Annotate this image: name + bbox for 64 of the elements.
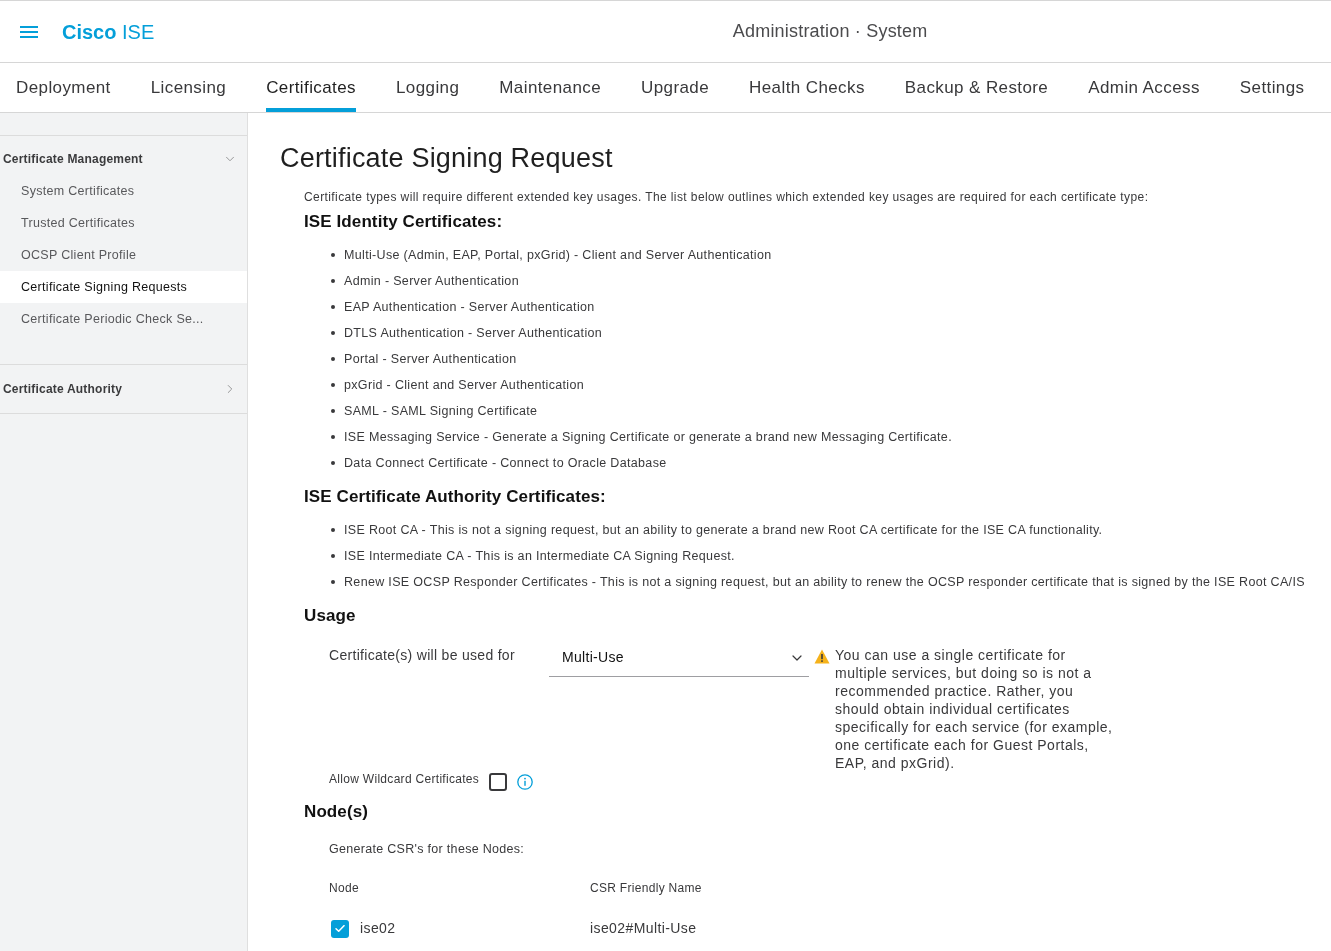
bullet-icon (331, 409, 335, 413)
sidebar-item[interactable]: System Certificates (0, 175, 247, 207)
bullet-icon (331, 253, 335, 257)
table-cell-text: ise02#Multi-Use (590, 919, 697, 938)
menu-icon[interactable] (20, 24, 38, 39)
bullet-icon (331, 305, 335, 309)
bullet-icon (331, 331, 335, 335)
list-item-text: Admin - Server Authentication (344, 272, 519, 290)
sidebar-item[interactable]: OCSP Client Profile (0, 239, 247, 271)
list-item-text: SAML - SAML Signing Certificate (344, 402, 538, 420)
list-item-text: DTLS Authentication - Server Authentication (344, 324, 603, 342)
tab[interactable]: Licensing (150, 63, 227, 112)
warning-icon (814, 649, 830, 664)
list-item-text: Portal - Server Authentication (344, 350, 517, 368)
sidebar-group-header[interactable]: Certificate Management (0, 136, 247, 175)
bullet-icon (331, 383, 335, 387)
tab[interactable]: Health Checks (749, 63, 865, 112)
bullet-icon (331, 435, 335, 439)
info-icon[interactable] (517, 774, 534, 790)
list-item-text: Renew ISE OCSP Responder Certificates - This is not a signing request, but an ability to renew the OCSP responder certificate that is signed by the ISE Root CA/IS (344, 573, 1305, 591)
list-item-text: ISE Intermediate CA - This is an Intermediate CA Signing Request. (344, 547, 735, 565)
table-cell-text: ise02 (360, 919, 396, 938)
node-checkbox[interactable] (331, 919, 349, 938)
list-item-text: ISE Messaging Service - Generate a Signing Certificate or generate a brand new Messaging Certificate. (344, 428, 952, 446)
intro-text: Certificate types will require different extended key usages. The list below outlines which extended key usages are required for each certificate type: (304, 189, 1150, 205)
tab[interactable]: Settings (1239, 63, 1305, 112)
caption-text: Generate CSR's for these Nodes: (328, 841, 526, 857)
checkmark-icon (335, 925, 345, 932)
checkbox-label: Allow Wildcard Certificates (329, 771, 480, 788)
tab[interactable]: Logging (396, 63, 460, 112)
tab[interactable]: Certificates (266, 63, 356, 112)
section-heading: ISE Identity Certificates: (304, 211, 504, 233)
tab[interactable]: Backup & Restore (904, 63, 1049, 112)
tab[interactable]: Deployment (16, 63, 111, 112)
list-item-text: EAP Authentication - Server Authentication (344, 298, 595, 316)
section-heading: Node(s) (304, 801, 369, 823)
bullet-icon (331, 528, 335, 532)
bullet-icon (331, 554, 335, 558)
field-label: Certificate(s) will be used for (329, 646, 516, 664)
tab[interactable]: Maintenance (499, 63, 602, 112)
tab[interactable]: Upgrade (641, 63, 710, 112)
page-heading: Certificate Signing Request (280, 142, 614, 175)
wildcard-checkbox[interactable] (489, 773, 508, 791)
list-item-text: ISE Root CA - This is not a signing request, but an ability to generate a brand new Root CA certificate for the ISE CA functionality. (344, 521, 1103, 539)
list-item-text: Multi-Use (Admin, EAP, Portal, pxGrid) - Client and Server Authentication (344, 246, 772, 264)
section-heading: ISE Certificate Authority Certificates: (304, 486, 607, 508)
bullet-icon (331, 580, 335, 584)
section-heading: Usage (304, 605, 357, 627)
sidebar-item[interactable]: Certificate Periodic Check Se... (0, 303, 247, 335)
usage-select[interactable]: Multi-Use (549, 639, 809, 677)
sidebar-item[interactable]: Trusted Certificates (0, 207, 247, 239)
column-header: Node (329, 880, 360, 897)
tab[interactable]: Admin Access (1088, 63, 1200, 112)
list-item-text: pxGrid - Client and Server Authentication (344, 376, 585, 394)
sidebar-group-header[interactable]: Certificate Authority (0, 365, 247, 413)
bullet-icon (331, 357, 335, 361)
bullet-icon (331, 279, 335, 283)
column-header: CSR Friendly Name (590, 880, 702, 897)
list-item-text: Data Connect Certificate - Connect to Oracle Database (344, 454, 667, 472)
bullet-icon (331, 461, 335, 465)
warning-text: You can use a single certificate for multiple services, but doing so is not a recommended practice. Rather, you should obtain individual certificates specifically for each service (for example, one certificate each for Guest Portals, EAP, and pxGrid). (835, 646, 1113, 772)
sidebar-item[interactable]: Certificate Signing Requests (0, 271, 247, 303)
page-title: Administration · System (732, 20, 928, 43)
product-name: Cisco ISE (62, 19, 155, 45)
